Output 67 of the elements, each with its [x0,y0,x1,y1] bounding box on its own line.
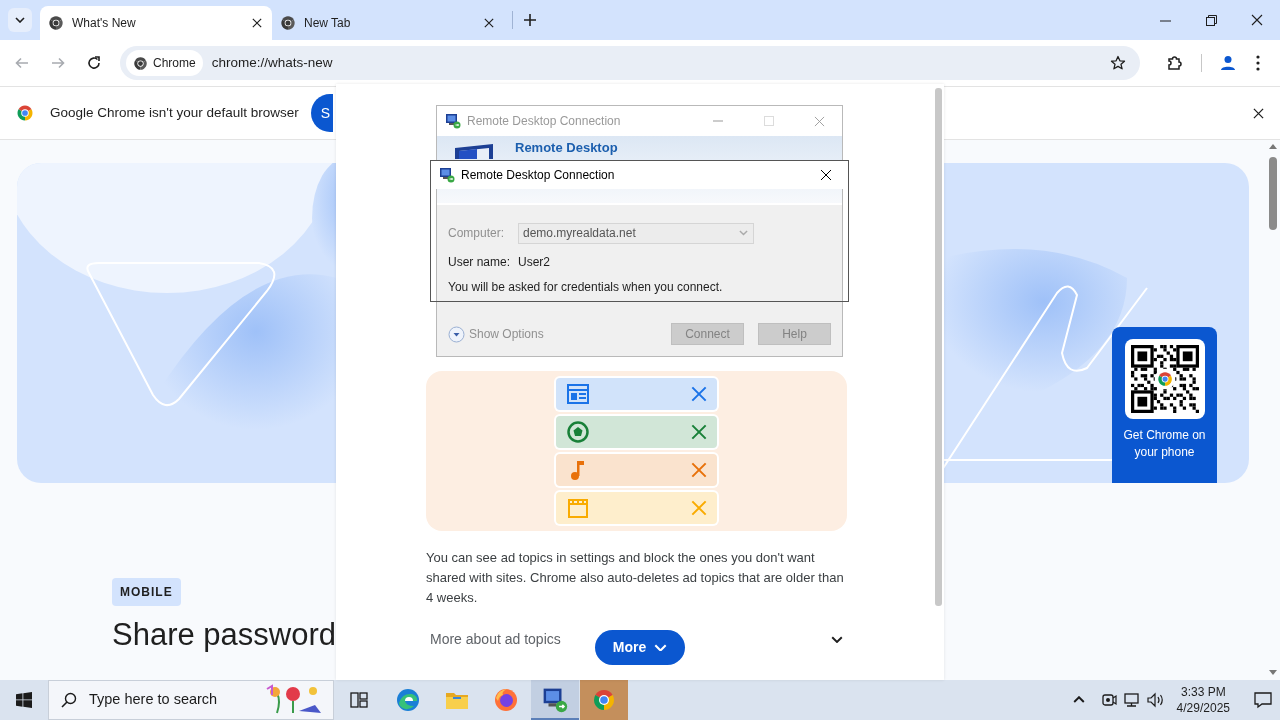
wave-browser-icon[interactable] [396,688,420,712]
scroll-up-icon[interactable] [1269,143,1277,149]
chevron-up-icon[interactable] [1072,696,1085,704]
tab-menu-button[interactable] [8,8,32,32]
scroll-down-icon[interactable] [1269,670,1277,676]
search-field[interactable]: Type here to search [87,688,253,712]
volume-icon[interactable] [1146,692,1165,708]
windows-icon[interactable] [16,692,32,708]
set-default-button[interactable]: S [310,94,333,132]
remote-desktop-icon[interactable] [542,687,568,713]
scrollbar-thumb[interactable] [935,88,942,606]
field-value: User2 [518,254,550,271]
chevron-down-icon [654,643,668,652]
search-icon [61,692,77,708]
restore-icon[interactable] [1205,14,1217,26]
app-icon [445,113,461,129]
qr-caption: Get Chrome on your phone [1122,427,1207,461]
tab[interactable]: What's New [40,6,272,40]
section-heading: Share password [112,618,336,653]
browser-icon[interactable] [592,688,616,712]
remove-icon [691,462,707,478]
camera-icon[interactable] [1100,692,1117,708]
reload-icon[interactable] [86,55,102,71]
notification-icon[interactable] [1254,691,1272,709]
more-button[interactable]: More [595,630,685,665]
network-icon[interactable] [1122,692,1141,708]
logo-icon [16,104,34,122]
banner-title: Remote Desktop [515,141,618,154]
section-badge: MOBILE [112,578,181,606]
close-icon[interactable] [252,18,262,28]
menu-icon[interactable] [1256,55,1260,71]
expand-icon [448,325,465,343]
infobar-message: Google Chrome isn't your default browser [50,103,299,122]
task-view-icon[interactable] [350,692,368,708]
tab[interactable]: New Tab [272,6,504,40]
window-title: Remote Desktop Connection [467,113,622,130]
remove-icon [691,386,707,402]
close-icon[interactable] [484,18,494,28]
field-label: Computer: [448,225,506,242]
close-icon[interactable] [1251,14,1263,26]
logo-icon [48,15,64,31]
logo-icon [280,15,296,31]
logo-icon [133,55,148,71]
folder-icon[interactable] [445,690,469,710]
field-label: User name: [448,254,512,271]
info-text: You will be asked for credentials when you connect. [448,279,724,296]
app-icon [439,167,455,183]
plus-icon[interactable] [523,13,537,27]
scrollbar-thumb[interactable] [1269,157,1277,230]
chevron-down-icon [15,17,25,23]
remove-icon [691,424,707,440]
profile-icon[interactable] [1219,54,1237,72]
description-text: You can see ad topics in settings and block the ones you don't want shared with sites. Chrome also auto-deletes ad topics that are older than 4 weeks. [426,549,845,607]
search-box[interactable]: Type here to search [48,680,334,720]
star-icon[interactable] [1110,55,1126,71]
window-title: Remote Desktop Connection [461,167,616,184]
clock[interactable]: 3:33 PM 4/29/2025 [1170,684,1236,716]
close-icon[interactable] [1253,107,1264,119]
qr-code-drawing [1130,345,1199,413]
address-bar[interactable]: Chrome chrome://whats-new [120,46,1140,80]
url-text: chrome://whats-new [211,53,334,72]
chevron-down-icon [739,230,748,236]
remove-icon [691,500,707,516]
puzzle-icon[interactable] [1166,54,1184,72]
close-icon[interactable] [819,169,832,181]
fox-browser-icon[interactable] [494,688,518,712]
site-chip[interactable]: Chrome [126,50,203,76]
